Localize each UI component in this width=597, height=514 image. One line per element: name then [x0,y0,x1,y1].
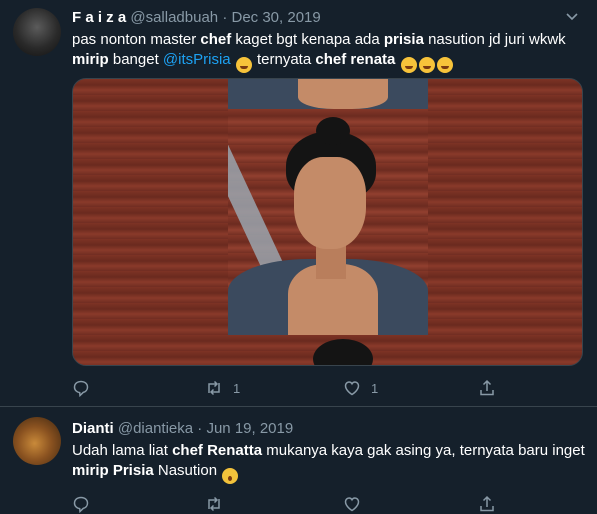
scream-emoji-icon: 😱 [222,468,239,484]
tears-of-joy-emoji-icon: 😂 [436,57,453,73]
image-main-frame [228,109,428,335]
reply-button[interactable] [72,378,90,398]
tweet-actions [72,494,502,514]
reply-icon [73,380,89,397]
highlight-term: prisia [383,31,424,48]
chevron-down-icon[interactable] [565,10,579,24]
separator-dot: · [222,9,228,26]
tweet-1[interactable]: F a i z a @salladbuah · Dec 30, 2019 pas… [0,0,597,407]
like-button[interactable] [343,494,361,514]
highlight-term: mirip [72,51,109,68]
reply-button[interactable] [72,494,90,514]
retweet-icon [208,380,220,396]
like-count: 1 [371,380,379,396]
display-name[interactable]: F a i z a [72,9,126,26]
text-run: ternyata [252,51,316,68]
text-run: banget [108,51,163,68]
share-button[interactable] [478,378,496,398]
text-run [231,51,235,68]
text-run: pas nonton master [72,31,201,48]
avatar[interactable] [13,417,61,465]
avatar[interactable] [13,8,61,56]
tweet-text: Udah lama liat chef Renatta mukanya kaya… [72,441,587,484]
display-name[interactable]: Dianti [72,420,114,437]
highlight-term: chef renata [315,51,396,68]
tweet-text: pas nonton master chef kaget bgt kenapa … [72,30,587,73]
tears-of-joy-emoji-icon: 😂 [400,57,417,73]
retweet-icon [208,496,220,512]
share-icon [480,495,494,512]
text-run: kaget bgt kenapa ada [231,31,384,48]
mention-link[interactable]: @itsPrisia [163,51,231,68]
text-run: nasution jd juri wkwk [423,31,566,48]
tweet-header: Dianti @diantieka · Jun 19, 2019 [72,419,293,439]
retweet-button[interactable] [205,494,223,514]
highlight-term: mirip Prisia [72,462,154,479]
tweet-date[interactable]: Dec 30, 2019 [232,9,321,26]
tweet-2[interactable]: Dianti @diantieka · Jun 19, 2019 Udah la… [0,407,597,514]
text-run: mukanya kaya gak asing ya, ternyata baru… [262,442,585,459]
tears-of-joy-emoji-icon: 😂 [418,57,435,73]
highlight-term: chef Renatta [172,442,263,459]
tweet-image[interactable] [72,78,583,366]
text-run [395,51,399,68]
image-bottom-strip [228,335,428,365]
highlight-term: chef [200,31,232,48]
like-icon [344,497,360,512]
share-icon [480,379,494,396]
tweet-actions: 1 1 [72,378,502,398]
user-handle[interactable]: @salladbuah [130,9,218,26]
tears-of-joy-emoji-icon: 😂 [235,57,252,73]
text-run: Udah lama liat [72,442,173,459]
retweet-button[interactable]: 1 [205,378,240,398]
retweet-count: 1 [233,380,241,396]
like-button[interactable]: 1 [343,378,378,398]
user-handle[interactable]: @diantieka [118,420,193,437]
like-icon [344,381,360,396]
image-top-strip [228,79,428,109]
tweet-date[interactable]: Jun 19, 2019 [206,420,293,437]
text-run: Nasution [153,462,222,479]
separator-dot: · [197,420,203,437]
reply-icon [73,496,89,513]
tweet-header: F a i z a @salladbuah · Dec 30, 2019 [72,8,321,28]
share-button[interactable] [478,494,496,514]
